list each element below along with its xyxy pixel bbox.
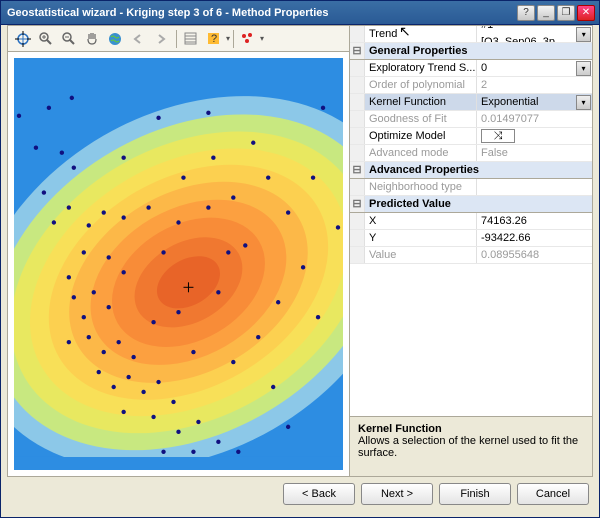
chevron-down-icon[interactable]: ▾ <box>576 27 591 42</box>
advanced-properties-header[interactable]: ⊟ Advanced Properties <box>350 162 592 179</box>
optimize-button[interactable]: ⤨ <box>481 129 515 143</box>
prev-extent-icon[interactable] <box>127 28 149 50</box>
wizard-window: ↖ Geostatistical wizard - Kriging step 3… <box>0 0 600 518</box>
titlebar: Geostatistical wizard - Kriging step 3 o… <box>1 1 599 25</box>
properties-pane: Trend #1 [O3_Sep06_3p... ▾ ⊟ General Pro… <box>350 26 592 476</box>
exploratory-trend-row[interactable]: Exploratory Trend S... 0 ▾ <box>350 60 592 77</box>
trend-surface <box>14 58 343 457</box>
svg-text:?: ? <box>211 33 217 45</box>
content-area: ? ▾ ▾ <box>1 25 599 517</box>
help-button[interactable]: ? <box>517 5 535 21</box>
minimize-button[interactable]: _ <box>537 5 555 21</box>
next-button[interactable]: Next > <box>361 483 433 505</box>
neighborhood-type-row: Neighborhood type <box>350 179 592 196</box>
help-pane: Kernel Function Allows a selection of th… <box>350 416 592 476</box>
zoom-in-icon[interactable] <box>35 28 57 50</box>
wizard-buttons: < Back Next > Finish Cancel <box>7 477 593 511</box>
chevron-down-icon[interactable]: ▾ <box>576 95 591 110</box>
cancel-button[interactable]: Cancel <box>517 483 589 505</box>
predicted-value-row: Value 0.08955648 <box>350 247 592 264</box>
advanced-mode-row: Advanced mode False <box>350 145 592 162</box>
order-polynomial-row: Order of polynomial 2 <box>350 77 592 94</box>
close-button[interactable]: ✕ <box>577 5 595 21</box>
points-icon[interactable] <box>237 28 259 50</box>
zoom-out-icon[interactable] <box>58 28 80 50</box>
full-extent-icon[interactable] <box>104 28 126 50</box>
trend-value[interactable]: #1 [O3_Sep06_3p... ▾ <box>477 26 592 42</box>
main-row: ? ▾ ▾ <box>7 25 593 477</box>
help-body: Allows a selection of the kernel used to… <box>358 435 584 459</box>
left-pane: ? ▾ ▾ <box>8 26 350 476</box>
optimize-model-row[interactable]: Optimize Model ⤨ <box>350 128 592 145</box>
help-title: Kernel Function <box>358 423 584 435</box>
chevron-down-icon[interactable]: ▾ <box>576 61 591 76</box>
dropdown-arrow-icon[interactable]: ▾ <box>260 34 264 43</box>
goodness-fit-row: Goodness of Fit 0.01497077 <box>350 111 592 128</box>
kernel-function-row[interactable]: Kernel Function Exponential ▾ <box>350 94 592 111</box>
predicted-y-row[interactable]: Y -93422.66 <box>350 230 592 247</box>
collapse-icon[interactable]: ⊟ <box>350 162 365 178</box>
property-grid: Trend #1 [O3_Sep06_3p... ▾ ⊟ General Pro… <box>350 26 592 416</box>
finish-button[interactable]: Finish <box>439 483 511 505</box>
general-properties-header[interactable]: ⊟ General Properties <box>350 43 592 60</box>
identify-icon[interactable] <box>180 28 202 50</box>
back-button[interactable]: < Back <box>283 483 355 505</box>
map-toolbar: ? ▾ ▾ <box>8 26 349 52</box>
trend-row[interactable]: Trend #1 [O3_Sep06_3p... ▾ <box>350 26 592 43</box>
kernel-function-value[interactable]: Exponential ▾ <box>477 94 592 110</box>
window-controls: ? _ ❐ ✕ <box>517 5 595 21</box>
toolbar-separator <box>233 30 234 48</box>
predicted-x-row[interactable]: X 74163.26 <box>350 213 592 230</box>
collapse-icon[interactable]: ⊟ <box>350 196 365 212</box>
toolbar-separator <box>176 30 177 48</box>
next-extent-icon[interactable] <box>150 28 172 50</box>
pan-icon[interactable] <box>81 28 103 50</box>
collapse-icon[interactable]: ⊟ <box>350 43 365 59</box>
predicted-value-header[interactable]: ⊟ Predicted Value <box>350 196 592 213</box>
map-preview[interactable] <box>14 58 343 470</box>
predict-icon[interactable]: ? <box>203 28 225 50</box>
globe-extent-icon[interactable] <box>12 28 34 50</box>
window-title: Geostatistical wizard - Kriging step 3 o… <box>5 7 517 19</box>
trend-label: Trend <box>365 26 477 42</box>
restore-button[interactable]: ❐ <box>557 5 575 21</box>
dropdown-arrow-icon[interactable]: ▾ <box>226 34 230 43</box>
